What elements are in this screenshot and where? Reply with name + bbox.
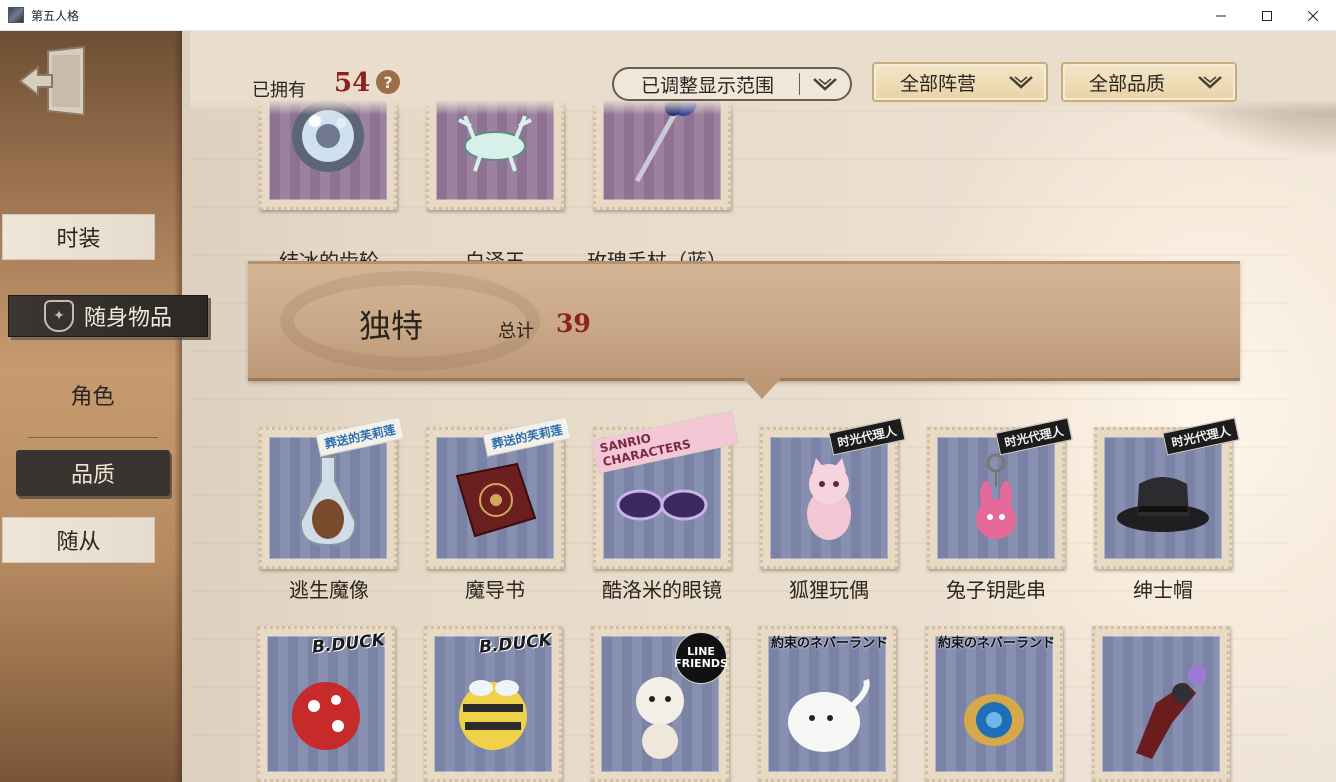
display-range-dropdown-overlay[interactable]: 已调整显示范围 — [612, 67, 852, 101]
sidebar: 时装 ✦ 随身物品 角色 品质 随从 — [0, 31, 208, 782]
section-total: 39 — [556, 309, 591, 338]
sidebar-item-label: 品质 — [70, 463, 115, 488]
item-stamp[interactable]: 时光代理人 — [760, 417, 906, 569]
owned-label-overlay: 已拥有 — [252, 80, 306, 101]
dropdown-separator — [799, 73, 800, 95]
sidebar-item-label: 角色 — [70, 385, 115, 410]
item-name: 狐狸玩偶 — [789, 578, 869, 602]
help-icon-glyph: ? — [383, 72, 393, 92]
ladybug-duck-icon — [292, 681, 360, 750]
item-stamp[interactable]: 葬送的芙莉莲 — [259, 416, 405, 569]
maximize-icon — [1262, 10, 1272, 21]
minimize-button[interactable] — [1198, 0, 1244, 31]
exit-door-icon — [18, 45, 85, 117]
sidebar-item-quality[interactable]: 品质 — [16, 450, 170, 496]
item-name: 魔导书 — [465, 578, 525, 602]
back-button[interactable] — [18, 45, 86, 117]
close-button[interactable] — [1290, 0, 1336, 31]
item-stamp[interactable]: 約束のネバーランド — [925, 626, 1063, 782]
window-controls — [1198, 0, 1336, 31]
sidebar-item-label: 时装 — [56, 227, 101, 252]
display-range-label: 已调整显示范围 — [641, 74, 775, 97]
chevron-down-icon — [813, 78, 837, 91]
help-button[interactable]: ? — [376, 70, 400, 94]
owned-count-overlay: 54 — [334, 68, 371, 98]
line-friends-doll-icon — [636, 677, 684, 760]
app-icon — [8, 7, 24, 23]
item-name: 酷洛米的眼镜 — [602, 578, 722, 602]
window-title: 第五人格 — [31, 8, 80, 23]
sidebar-item-label: 随从 — [56, 530, 101, 555]
maximize-button[interactable] — [1244, 0, 1290, 31]
section-title: 独特 — [359, 307, 424, 345]
shield-icon: ✦ — [43, 300, 74, 332]
pocket-watch-icon — [964, 694, 1024, 747]
section-total-label: 总计 — [498, 321, 534, 342]
item-name: 逃生魔像 — [289, 578, 369, 602]
sidebar-item-label: 随身物品 — [83, 306, 172, 331]
quality-filter-dropdown-overlay[interactable]: 全部品质 — [1061, 62, 1237, 102]
sidebar-item-costumes[interactable]: 时装 — [2, 214, 155, 260]
sidebar-item-accessories[interactable]: ✦ 随身物品 — [8, 295, 208, 337]
camp-filter-label: 全部阵营 — [900, 72, 977, 95]
bottled-golem-icon — [299, 455, 357, 546]
item-name: 兔子钥匙串 — [946, 578, 1046, 602]
sidebar-item-followers[interactable]: 随从 — [2, 517, 155, 563]
chevron-down-icon — [1198, 76, 1222, 89]
item-stamp[interactable]: 时光代理人 — [1094, 417, 1240, 569]
item-name: 绅士帽 — [1133, 578, 1193, 602]
crimson-relic-icon — [1136, 665, 1206, 760]
collab-tag: 約束のネバーランド — [770, 636, 888, 651]
item-stamp[interactable]: B.DUCK — [424, 626, 562, 782]
top-hat-icon — [1117, 476, 1209, 532]
camp-filter-dropdown-overlay[interactable]: 全部阵营 — [872, 62, 1048, 102]
bunny-keychain-icon — [976, 453, 1016, 539]
collab-tag: LINE FRIENDS — [674, 632, 728, 684]
fox-doll-icon — [807, 457, 851, 540]
sidebar-divider — [28, 437, 158, 438]
collab-tag: 約束のネバーランド — [937, 636, 1055, 651]
kuromi-glasses-icon — [616, 489, 708, 521]
ghost-plush-icon — [788, 679, 870, 753]
minimize-icon — [1216, 15, 1226, 16]
close-icon — [1308, 10, 1318, 21]
item-stamp[interactable]: 时光代理人 — [927, 417, 1073, 569]
item-stamp[interactable]: 葬送的芙莉莲 — [426, 416, 572, 569]
bee-duck-icon — [459, 679, 527, 750]
item-stamp[interactable] — [1092, 626, 1230, 782]
sidebar-item-character[interactable]: 角色 — [20, 375, 165, 415]
window-titlebar: 第五人格 — [0, 0, 1336, 31]
grimoire-icon — [455, 462, 537, 538]
game-canvas: 时装 ✦ 随身物品 角色 品质 随从 已拥有 54 ? 已调整显示范围 全部阵营 — [0, 31, 1336, 782]
item-stamp[interactable]: 約束のネバーランド — [758, 626, 896, 782]
item-stamp[interactable]: LINE FRIENDS — [591, 626, 729, 782]
item-stamp[interactable]: B.DUCK — [257, 626, 395, 782]
item-stamp[interactable]: SANRIO CHARACTERS — [591, 410, 739, 569]
chevron-down-icon — [1009, 76, 1033, 89]
quality-filter-label: 全部品质 — [1089, 72, 1166, 95]
